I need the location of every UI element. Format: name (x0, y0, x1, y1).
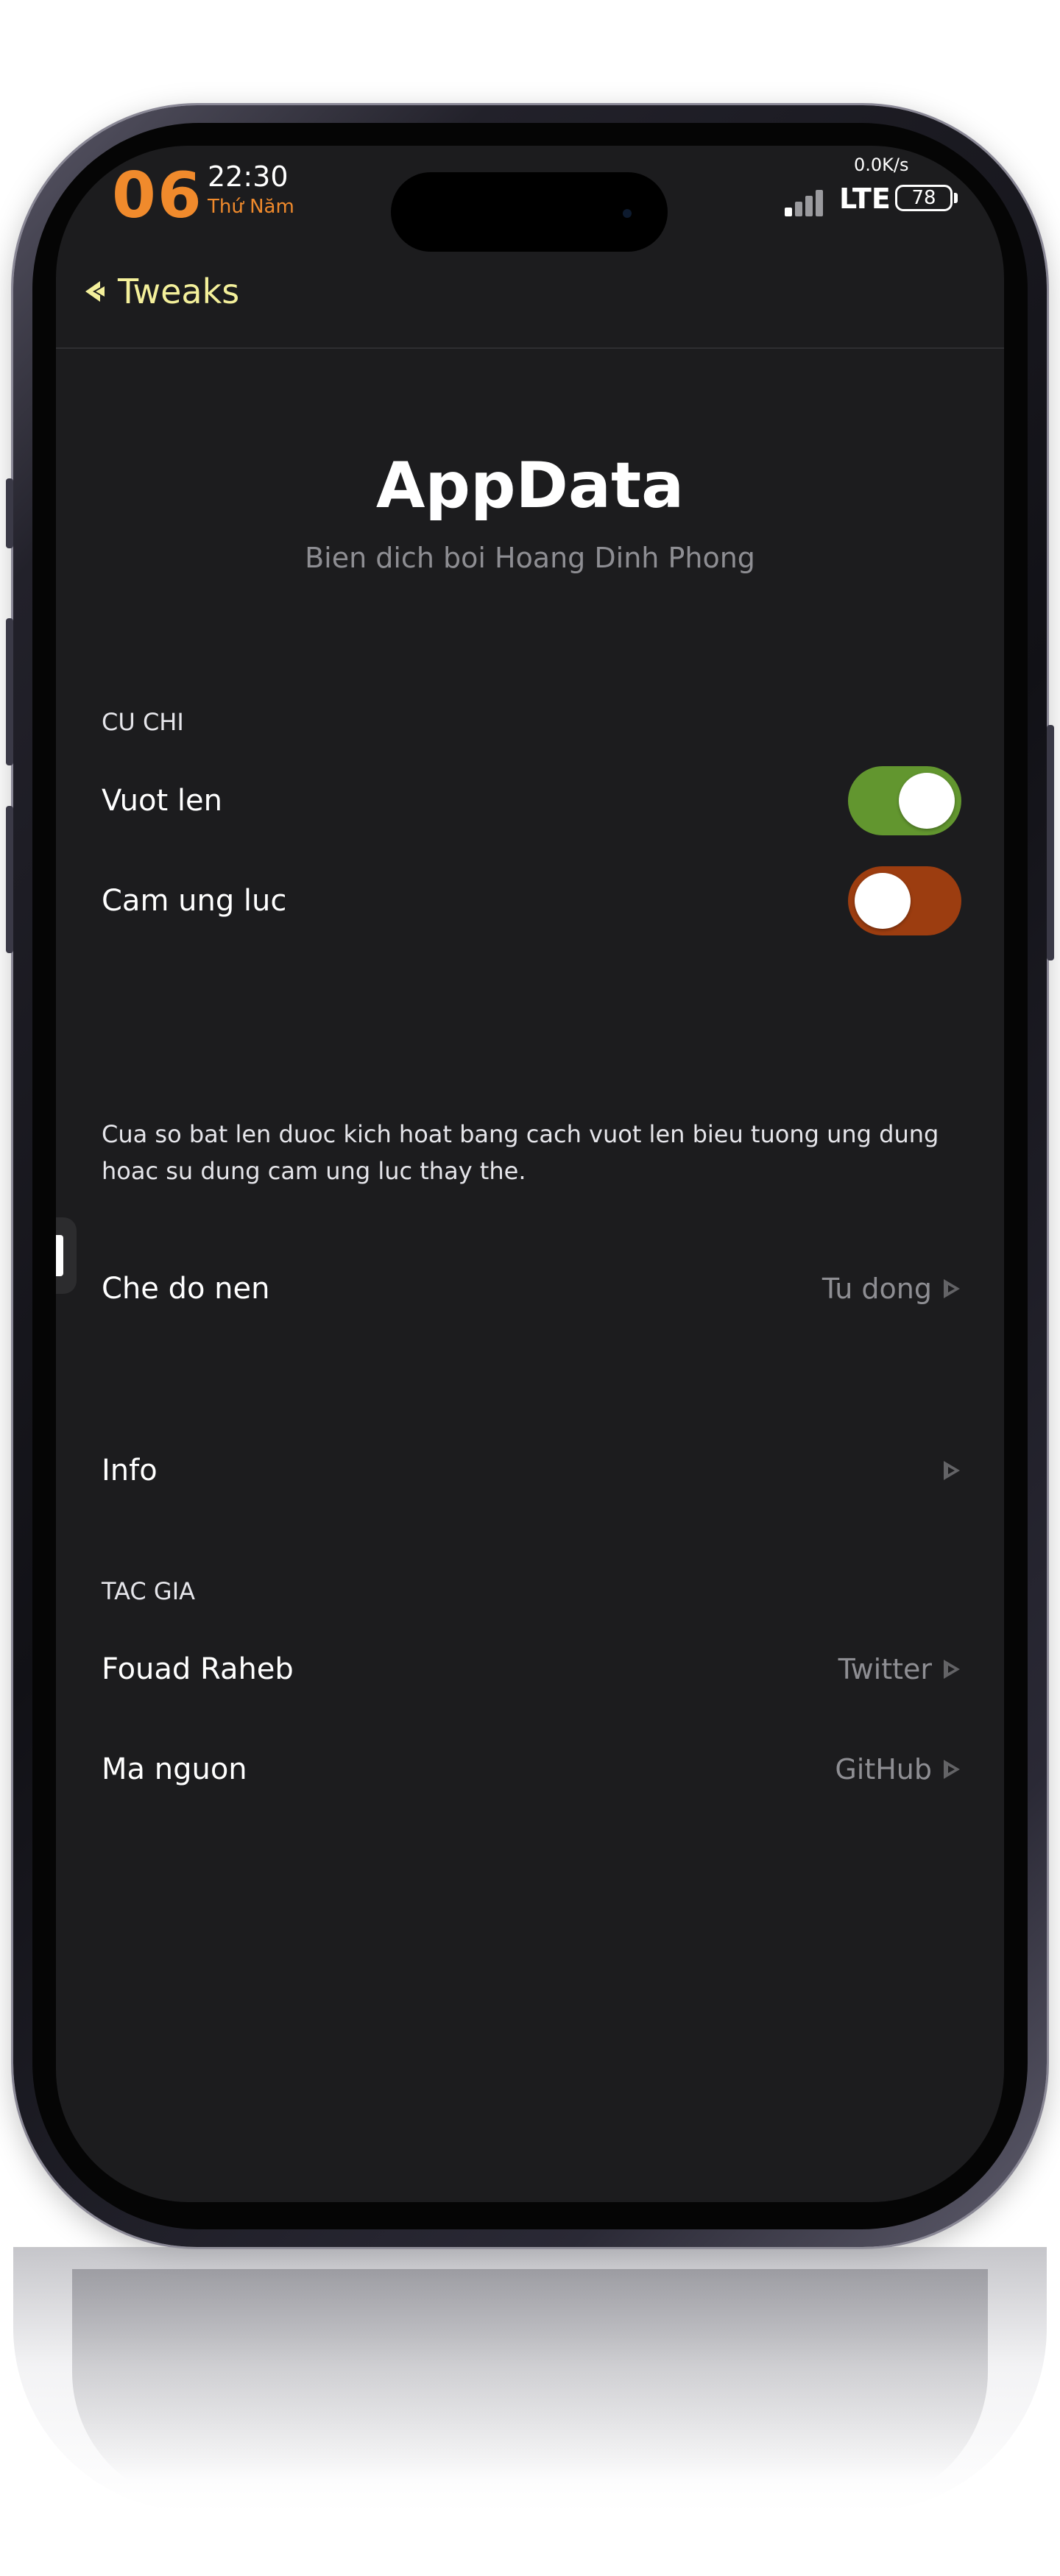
settings-row-appearance[interactable] (56, 1101, 1004, 1182)
row-label: Vuot len (102, 784, 222, 818)
row-label: Info (102, 1454, 158, 1487)
battery-icon: 78 (895, 185, 953, 211)
volume-down-button (6, 806, 13, 953)
status-date-number: 06 (112, 159, 203, 233)
nav-divider (56, 347, 1004, 349)
page-subtitle: Bien dich boi Hoang Dinh Phong (305, 542, 755, 574)
phone-reflection (13, 2247, 1047, 2512)
settings-row-author-twitter[interactable]: Fouad Raheb Twitter (56, 1629, 1004, 1710)
section-header-gestures: CU CHI (102, 708, 184, 736)
row-value: Tu dong (822, 1273, 932, 1305)
swipe-up-toggle[interactable] (848, 766, 961, 835)
page-title: AppData (375, 449, 685, 523)
back-button[interactable]: Tweaks (82, 269, 239, 314)
settings-row-appearance-mode[interactable]: Che do nen Tu dong (56, 1248, 1004, 1329)
row-label: Che do nen (102, 1272, 270, 1306)
settings-row-source-code[interactable]: Ma nguon GitHub (56, 1729, 1004, 1810)
disclosure-arrow-icon (944, 1279, 960, 1298)
row-label: Fouad Raheb (102, 1652, 294, 1686)
volume-up-button (6, 618, 13, 765)
phone-reflection-screen (72, 2269, 988, 2505)
disclosure-arrow-icon (944, 1461, 960, 1480)
battery-tip (954, 193, 958, 203)
row-label: Ma nguon (102, 1752, 247, 1786)
phone-screen: 06 22:30 Thứ Năm 0.0K/s LTE 78 Tweaks Ap… (56, 146, 1004, 2202)
network-speed: 0.0K/s (854, 155, 909, 175)
disclosure-arrow-icon (944, 1660, 960, 1679)
status-time: 22:30 (208, 160, 289, 193)
signal-strength-icon (785, 187, 832, 216)
network-type: LTE (839, 183, 891, 215)
section-header-author: TAC GIA (102, 1577, 196, 1605)
row-value: Twitter (838, 1653, 932, 1685)
toggle-knob (899, 773, 955, 829)
power-button (1047, 725, 1054, 960)
settings-row-force-touch: Cam ung luc (56, 860, 1004, 941)
disclosure-arrow-icon (944, 1760, 960, 1779)
back-arrow-icon (85, 281, 106, 302)
settings-row-swipe-up: Vuot len (56, 760, 1004, 841)
settings-row-info[interactable]: Info (56, 1430, 1004, 1511)
camera-dot (623, 209, 632, 218)
force-touch-toggle[interactable] (848, 866, 961, 935)
row-label: Cam ung luc (102, 884, 287, 918)
row-value: GitHub (835, 1753, 932, 1786)
status-weekday: Thứ Năm (208, 196, 294, 218)
toggle-knob (855, 873, 911, 929)
back-button-label: Tweaks (118, 272, 240, 311)
silent-switch (6, 478, 13, 548)
